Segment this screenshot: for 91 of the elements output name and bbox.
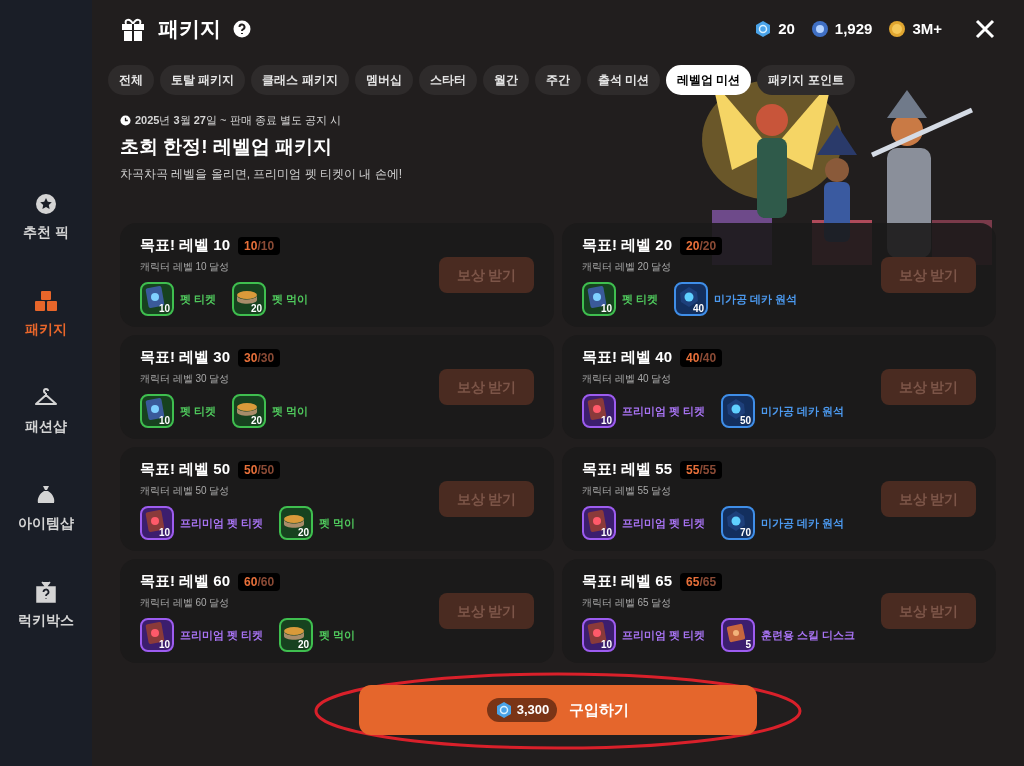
mission-description: 캐릭터 레벨 60 달성 xyxy=(140,595,231,610)
item-count: 20 xyxy=(250,415,263,426)
currency-amount: 3M+ xyxy=(912,18,942,39)
progress-badge: 60/60 xyxy=(238,572,281,591)
reward-name: 프리미엄 펫 티켓 xyxy=(622,627,706,643)
item-count: 40 xyxy=(692,303,705,314)
gift-icon xyxy=(120,16,146,42)
boxes-icon xyxy=(34,289,58,313)
coin-icon xyxy=(888,20,907,38)
item-count: 20 xyxy=(250,303,263,314)
mission-title: 목표! 레벨 20 xyxy=(582,235,672,256)
mission-description: 캐릭터 레벨 10 달성 xyxy=(140,259,231,274)
mission-description: 캐릭터 레벨 50 달성 xyxy=(140,483,231,498)
mission-description: 캐릭터 레벨 55 달성 xyxy=(582,483,673,498)
reward-name: 펫 먹이 xyxy=(272,291,309,307)
item-count: 50 xyxy=(740,415,752,426)
reward-name: 펫 티켓 xyxy=(622,291,659,307)
mission-description: 캐릭터 레벨 20 달성 xyxy=(582,259,673,274)
progress-badge: 30/30 xyxy=(238,348,281,367)
progress-badge: 65/65 xyxy=(680,572,723,591)
reward-name: 펫 먹이 xyxy=(272,403,309,419)
sale-period-text: 2025년 3월 27일 ~ 판매 종료 별도 공지 시 xyxy=(135,113,341,128)
reward-name: 미가공 데카 원석 xyxy=(714,291,798,307)
progress-badge: 50/50 xyxy=(238,460,281,479)
reward-name: 프리미엄 펫 티켓 xyxy=(622,515,706,531)
category-tab[interactable]: 토탈 패키지 xyxy=(160,65,246,95)
item-count: 10 xyxy=(600,639,612,650)
mission-title: 목표! 레벨 60 xyxy=(140,571,230,592)
item-count: 10 xyxy=(600,527,612,538)
progress-badge: 40/40 xyxy=(680,348,723,367)
category-tab[interactable]: 주간 xyxy=(534,65,581,95)
item-count: 10 xyxy=(600,415,612,426)
item-count: 10 xyxy=(158,415,170,426)
mission-description: 캐릭터 레벨 65 달성 xyxy=(582,595,673,610)
item-count: 70 xyxy=(740,527,752,538)
sidebar-item[interactable]: 아이템샵 xyxy=(18,483,74,534)
star-badge-icon xyxy=(34,192,58,216)
mission-title: 목표! 레벨 65 xyxy=(582,571,672,592)
item-count: 20 xyxy=(298,639,310,650)
category-tab[interactable]: 레벨업 미션 xyxy=(666,65,752,95)
reward-name: 펫 티켓 xyxy=(180,403,217,419)
category-tab[interactable]: 멤버십 xyxy=(354,65,413,95)
category-tab[interactable]: 스타터 xyxy=(418,65,477,95)
reward-name: 프리미엄 펫 티켓 xyxy=(180,627,264,643)
mission-title: 목표! 레벨 30 xyxy=(140,347,230,368)
item-count: 10 xyxy=(600,303,612,314)
mission-title: 목표! 레벨 50 xyxy=(140,459,230,480)
category-tab[interactable]: 월간 xyxy=(482,65,529,95)
reward-name: 프리미엄 펫 티켓 xyxy=(180,515,264,531)
category-tab[interactable]: 클래스 패키지 xyxy=(251,65,349,95)
orb-icon xyxy=(810,20,829,38)
mission-description: 캐릭터 레벨 30 달성 xyxy=(140,371,231,386)
reward-name: 펫 먹이 xyxy=(319,627,356,643)
reward-name: 프리미엄 펫 티켓 xyxy=(622,403,706,419)
progress-badge: 55/55 xyxy=(680,460,723,479)
mission-title: 목표! 레벨 40 xyxy=(582,347,672,368)
sidebar-item[interactable]: 패키지 xyxy=(25,289,67,340)
currency-amount: 20 xyxy=(778,18,795,39)
page-title: 패키지 xyxy=(158,16,221,43)
reward-name: 미가공 데카 원석 xyxy=(761,515,845,531)
category-tab[interactable]: 출석 미션 xyxy=(586,65,661,95)
banner-subtitle: 차곡차곡 레벨을 올리면, 프리미엄 펫 티켓이 내 손에! xyxy=(120,166,403,183)
item-count: 10 xyxy=(158,527,170,538)
sidebar-item[interactable]: 럭키박스 xyxy=(18,580,74,631)
item-count: 5 xyxy=(745,639,752,650)
clock-icon xyxy=(120,114,131,126)
reward-name: 펫 티켓 xyxy=(180,291,217,307)
reward-name: 펫 먹이 xyxy=(319,515,356,531)
mission-title: 목표! 레벨 10 xyxy=(140,235,230,256)
category-tab[interactable]: 패키지 포인트 xyxy=(757,65,855,95)
sidebar-item[interactable]: 패션샵 xyxy=(25,386,67,437)
banner-title: 초회 한정! 레벨업 패키지 xyxy=(120,134,334,159)
mission-description: 캐릭터 레벨 40 달성 xyxy=(582,371,673,386)
mystery-box-icon xyxy=(34,580,58,604)
sidebar-item[interactable]: 추천 픽 xyxy=(23,192,69,243)
progress-badge: 10/10 xyxy=(238,236,281,255)
gem-icon xyxy=(754,20,773,38)
item-count: 20 xyxy=(298,527,310,538)
currency-amount: 1,929 xyxy=(834,18,873,39)
reward-name: 훈련용 스킬 디스크 xyxy=(761,627,856,643)
help-icon[interactable] xyxy=(233,20,251,38)
purchase-button[interactable]: 3,300 구입하기 xyxy=(359,685,757,735)
gem-icon xyxy=(494,701,513,719)
item-count: 10 xyxy=(158,639,170,650)
category-tab[interactable]: 전체 xyxy=(108,65,154,95)
reward-name: 미가공 데카 원석 xyxy=(761,403,845,419)
price: 3,300 xyxy=(516,701,550,720)
mission-title: 목표! 레벨 55 xyxy=(582,459,672,480)
item-count: 10 xyxy=(158,303,170,314)
close-icon[interactable] xyxy=(974,18,996,40)
progress-badge: 20/20 xyxy=(680,236,723,255)
